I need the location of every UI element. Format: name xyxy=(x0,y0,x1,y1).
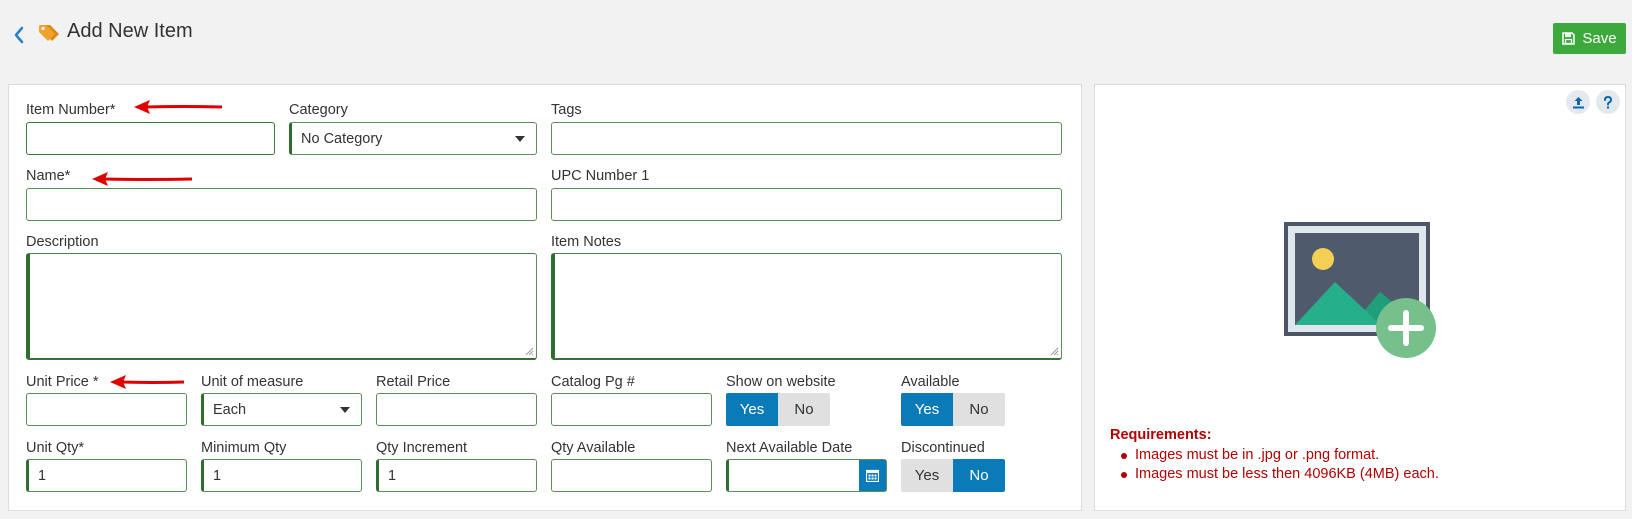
category-label: Category xyxy=(289,102,348,118)
chevron-down-icon xyxy=(340,407,350,413)
catalog-pg-label: Catalog Pg # xyxy=(551,374,635,390)
qty-increment-label: Qty Increment xyxy=(376,440,468,456)
resize-grip-icon[interactable] xyxy=(1050,347,1059,356)
name-input[interactable] xyxy=(26,188,537,221)
add-circle-icon xyxy=(1376,298,1436,358)
back-button[interactable] xyxy=(10,22,28,48)
qty-available-label: Qty Available xyxy=(551,440,636,456)
discontinued-toggle: Yes No xyxy=(901,459,1005,492)
unit-qty-input[interactable]: 1 xyxy=(26,459,187,492)
next-available-date-label: Next Available Date xyxy=(726,440,853,456)
image-dropzone[interactable] xyxy=(1280,222,1440,362)
chevron-down-icon xyxy=(515,136,525,142)
unit-price-input[interactable] xyxy=(26,393,187,426)
catalog-pg-input[interactable] xyxy=(551,393,712,426)
available-label: Available xyxy=(901,374,960,390)
tag-icon xyxy=(39,25,59,41)
category-selected-value: No Category xyxy=(301,130,383,147)
description-label: Description xyxy=(26,234,99,250)
requirements-list: Images must be in .jpg or .png format. I… xyxy=(1110,446,1439,484)
upload-button[interactable] xyxy=(1566,90,1590,114)
description-textarea[interactable] xyxy=(26,253,537,360)
list-item: Images must be less then 4096KB (4MB) ea… xyxy=(1110,465,1439,484)
discontinued-yes-button[interactable]: Yes xyxy=(901,459,953,492)
unit-qty-label: Unit Qty* xyxy=(26,440,85,456)
minimum-qty-input[interactable]: 1 xyxy=(201,459,362,492)
help-icon xyxy=(1604,95,1613,109)
available-yes-button[interactable]: Yes xyxy=(901,393,953,426)
qty-available-input[interactable] xyxy=(551,459,712,492)
upload-icon xyxy=(1572,96,1584,108)
unit-of-measure-select[interactable]: Each xyxy=(201,393,362,426)
item-notes-textarea[interactable] xyxy=(551,253,1062,360)
retail-price-input[interactable] xyxy=(376,393,537,426)
retail-price-label: Retail Price xyxy=(376,374,451,390)
list-item: Images must be in .jpg or .png format. xyxy=(1110,446,1439,465)
save-button-label: Save xyxy=(1582,30,1617,47)
calendar-button[interactable] xyxy=(859,460,886,491)
discontinued-label: Discontinued xyxy=(901,440,985,456)
page-title: Add New Item xyxy=(67,20,193,42)
unit-of-measure-label: Unit of measure xyxy=(201,374,304,390)
qty-increment-input[interactable]: 1 xyxy=(376,459,537,492)
available-no-button[interactable]: No xyxy=(953,393,1005,426)
red-arrow-annotation xyxy=(92,172,193,186)
item-number-label: Item Number* xyxy=(26,102,116,118)
item-notes-label: Item Notes xyxy=(551,234,622,250)
show-on-website-label: Show on website xyxy=(726,374,836,390)
red-arrow-annotation xyxy=(110,375,185,389)
show-on-website-toggle: Yes No xyxy=(726,393,830,426)
upc-label: UPC Number 1 xyxy=(551,168,650,184)
upc-input[interactable] xyxy=(551,188,1062,221)
unit-of-measure-selected-value: Each xyxy=(213,401,247,418)
show-on-website-no-button[interactable]: No xyxy=(778,393,830,426)
available-toggle: Yes No xyxy=(901,393,1005,426)
tags-input[interactable] xyxy=(551,122,1062,155)
show-on-website-yes-button[interactable]: Yes xyxy=(726,393,778,426)
minimum-qty-label: Minimum Qty xyxy=(201,440,287,456)
calendar-icon xyxy=(866,469,879,482)
requirements-title: Requirements: xyxy=(1110,427,1212,443)
help-button[interactable] xyxy=(1596,90,1620,114)
chevron-left-icon xyxy=(14,26,24,44)
item-number-input[interactable] xyxy=(26,122,275,155)
save-button[interactable]: Save xyxy=(1553,23,1626,54)
page-header: Add New Item Save xyxy=(0,0,1632,70)
name-label: Name* xyxy=(26,168,71,184)
category-select[interactable]: No Category xyxy=(289,122,537,155)
next-available-date-input[interactable] xyxy=(726,459,887,492)
resize-grip-icon[interactable] xyxy=(525,347,534,356)
discontinued-no-button[interactable]: No xyxy=(953,459,1005,492)
unit-price-label: Unit Price * xyxy=(26,374,99,390)
save-icon xyxy=(1562,32,1576,45)
red-arrow-annotation xyxy=(134,100,223,114)
tags-label: Tags xyxy=(551,102,582,118)
